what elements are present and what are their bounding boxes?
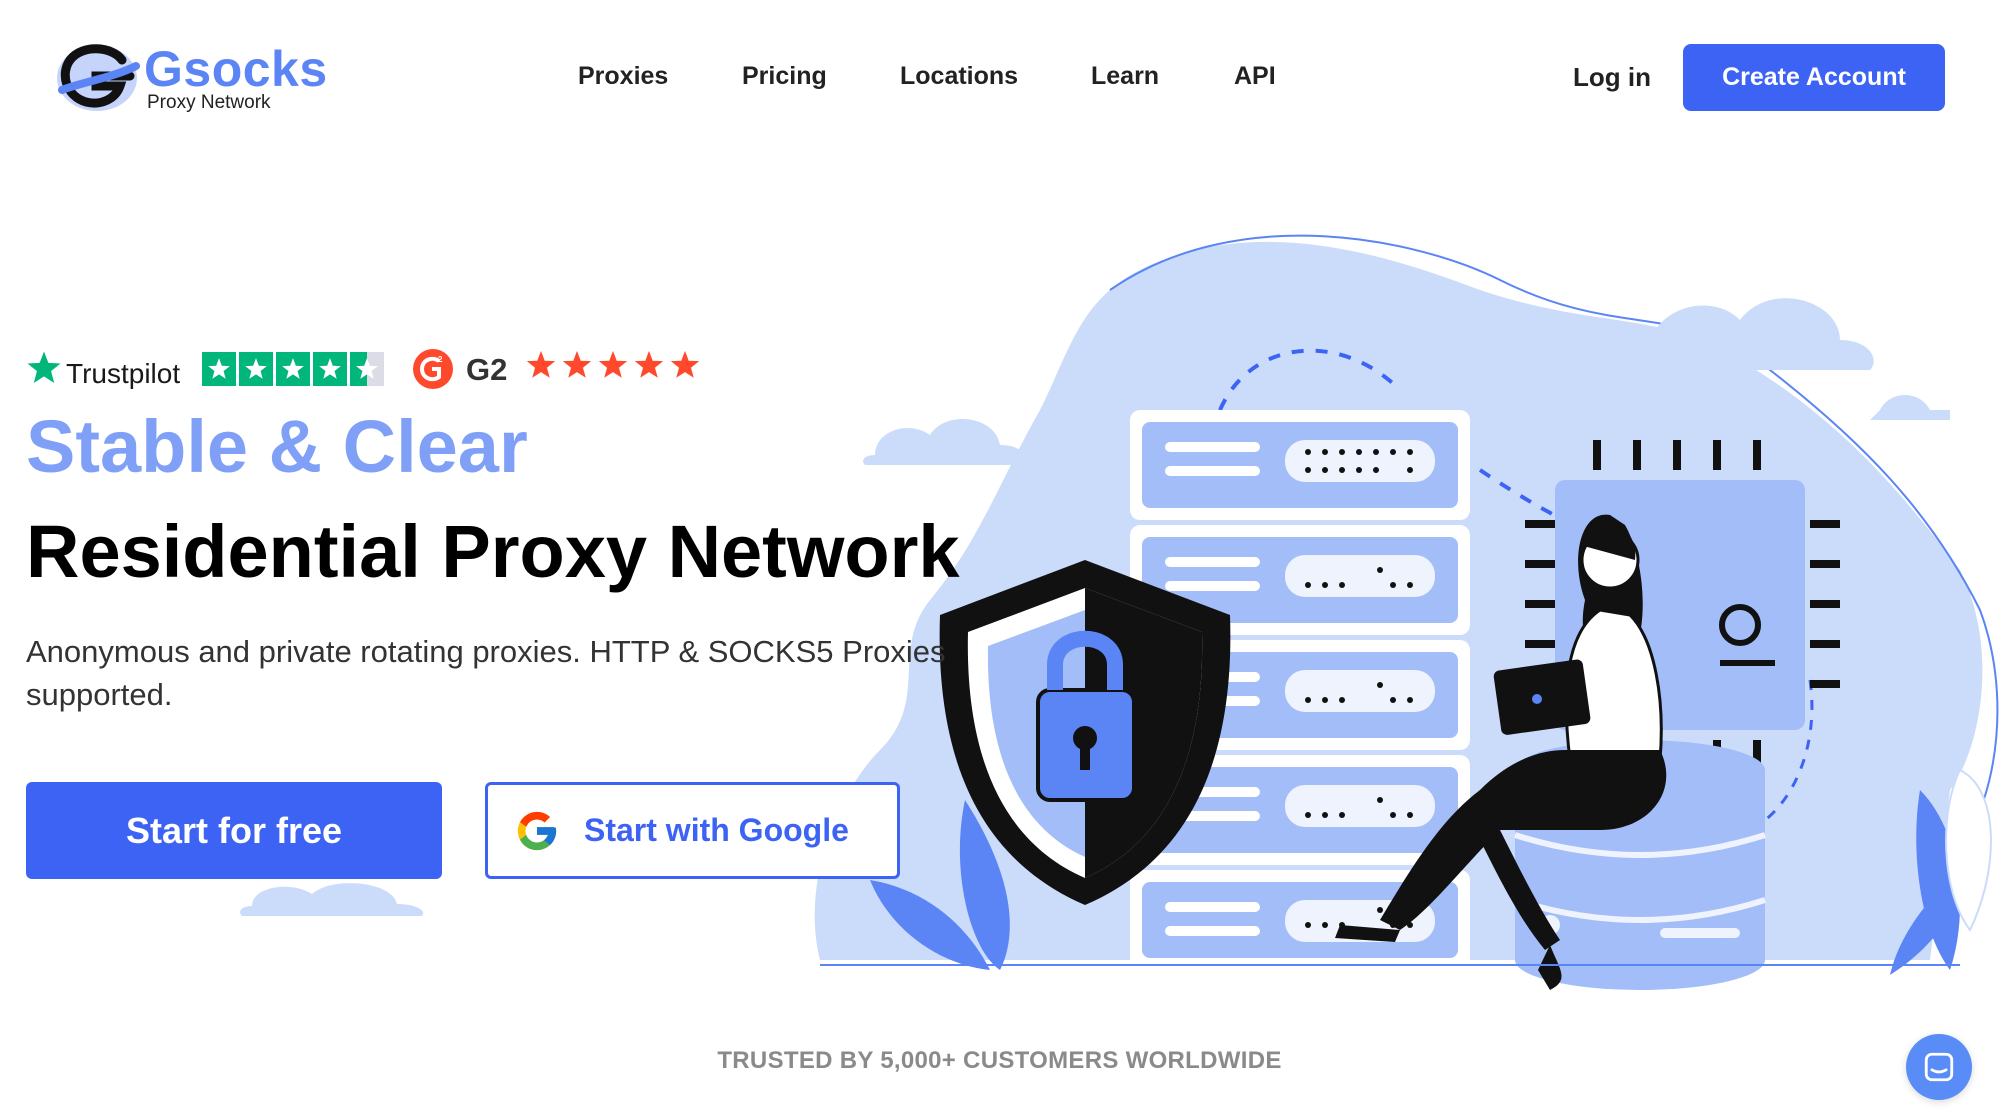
g2-star-icon xyxy=(562,350,592,378)
decorative-cloud xyxy=(240,883,424,916)
brand-logo[interactable]: Gsocks Proxy Network xyxy=(52,38,327,118)
nav-locations[interactable]: Locations xyxy=(900,62,1018,91)
nav-pricing[interactable]: Pricing xyxy=(742,62,827,91)
trustpilot-star-icon xyxy=(313,352,347,386)
hero-title: Residential Proxy Network xyxy=(26,510,960,593)
hero-subtitle: Stable & Clear xyxy=(26,405,528,488)
trustpilot-star-icon xyxy=(239,352,273,386)
nav-learn[interactable]: Learn xyxy=(1091,62,1159,91)
start-with-google-button[interactable]: Start with Google xyxy=(485,782,900,879)
ratings-bar: Trustpilot 2 G2 xyxy=(26,348,706,392)
nav-proxies[interactable]: Proxies xyxy=(578,62,668,91)
g2-label: G2 xyxy=(466,352,508,387)
trustpilot-half-star-icon xyxy=(350,352,384,386)
g2-star-icon xyxy=(598,350,628,378)
create-account-button[interactable]: Create Account xyxy=(1683,44,1945,111)
trustpilot-rating xyxy=(202,352,384,386)
start-for-free-button[interactable]: Start for free xyxy=(26,782,442,879)
login-link[interactable]: Log in xyxy=(1573,62,1651,93)
trustpilot-star-icon xyxy=(27,351,61,383)
brand-tagline: Proxy Network xyxy=(147,92,271,113)
g2-star-icon xyxy=(526,350,556,378)
gsocks-logo-icon xyxy=(57,44,140,111)
chat-icon xyxy=(1924,1052,1954,1082)
trustpilot-star-icon xyxy=(202,352,236,386)
hero-description: Anonymous and private rotating proxies. … xyxy=(26,634,946,712)
chat-widget-button[interactable] xyxy=(1906,1034,1972,1100)
g2-logo-icon: 2 xyxy=(413,349,453,389)
g2-star-icon xyxy=(634,350,664,378)
g2-star-icon xyxy=(670,350,700,378)
trustpilot-star-icon xyxy=(276,352,310,386)
start-with-google-label: Start with Google xyxy=(584,812,849,848)
trusted-by-text: TRUSTED BY 5,000+ CUSTOMERS WORLDWIDE xyxy=(717,1047,1282,1074)
site-header: Gsocks Proxy Network Proxies Pricing Loc… xyxy=(0,0,1999,155)
nav-api[interactable]: API xyxy=(1234,62,1276,91)
google-icon xyxy=(517,811,557,850)
svg-text:2: 2 xyxy=(438,355,443,364)
g2-rating xyxy=(524,348,702,382)
hero-illustration xyxy=(814,234,1999,990)
trustpilot-label: Trustpilot xyxy=(66,358,181,389)
brand-name: Gsocks xyxy=(144,41,328,97)
